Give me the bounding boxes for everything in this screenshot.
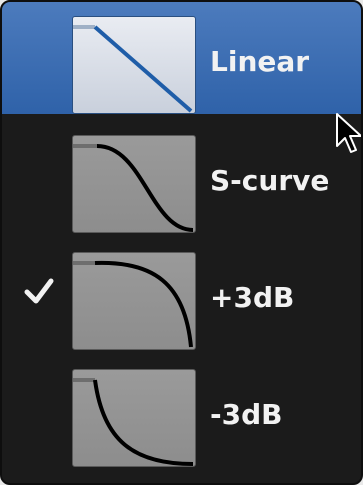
- menu-item-label: -3dB: [210, 398, 283, 431]
- fade-s-curve-icon: [72, 135, 196, 233]
- menu-item-plus-3db[interactable]: +3dB: [2, 238, 361, 350]
- menu-item-s-curve[interactable]: S-curve: [2, 121, 361, 233]
- mouse-pointer-icon: [336, 113, 361, 153]
- fade-linear-icon: [72, 16, 196, 114]
- fade-minus-3db-icon: [72, 369, 196, 467]
- checkmark-icon: [24, 278, 54, 304]
- menu-item-linear[interactable]: Linear: [2, 2, 361, 114]
- fade-plus-3db-icon: [72, 252, 196, 350]
- fade-curve-menu: Linear S-curve +3dB -3dB: [0, 0, 363, 485]
- menu-item-label: +3dB: [210, 281, 295, 314]
- menu-item-label: Linear: [210, 45, 310, 78]
- menu-item-minus-3db[interactable]: -3dB: [2, 355, 361, 467]
- menu-item-label: S-curve: [210, 164, 330, 197]
